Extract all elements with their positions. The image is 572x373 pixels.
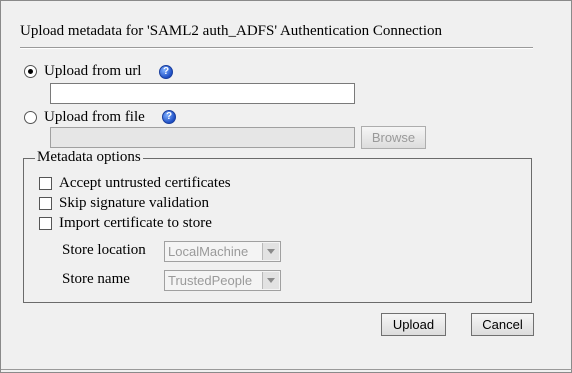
upload-button[interactable]: Upload bbox=[381, 313, 446, 336]
title-divider bbox=[20, 47, 533, 49]
upload-metadata-dialog: Upload metadata for 'SAML2 auth_ADFS' Au… bbox=[0, 0, 572, 373]
store-name-label: Store name bbox=[62, 271, 130, 287]
import-certificate-label[interactable]: Import certificate to store bbox=[59, 215, 212, 232]
upload-from-file-radio[interactable] bbox=[24, 111, 37, 124]
file-path-input bbox=[50, 127, 355, 148]
store-location-select: LocalMachine bbox=[164, 241, 281, 262]
browse-button: Browse bbox=[361, 126, 426, 149]
upload-from-url-radio[interactable] bbox=[24, 65, 37, 78]
store-location-label: Store location bbox=[62, 242, 146, 258]
help-icon[interactable]: ? bbox=[159, 65, 173, 79]
bottom-divider bbox=[1, 369, 572, 370]
dialog-title: Upload metadata for 'SAML2 auth_ADFS' Au… bbox=[20, 23, 443, 39]
accept-untrusted-checkbox[interactable] bbox=[39, 177, 52, 190]
cancel-button[interactable]: Cancel bbox=[471, 313, 534, 336]
store-name-value: TrustedPeople bbox=[168, 273, 253, 288]
upload-from-url-label[interactable]: Upload from url bbox=[44, 63, 141, 80]
accept-untrusted-label[interactable]: Accept untrusted certificates bbox=[59, 175, 231, 192]
help-icon[interactable]: ? bbox=[162, 110, 176, 124]
skip-signature-label[interactable]: Skip signature validation bbox=[59, 195, 209, 212]
import-certificate-checkbox[interactable] bbox=[39, 217, 52, 230]
chevron-down-icon bbox=[262, 243, 279, 260]
metadata-options-legend: Metadata options bbox=[35, 149, 143, 166]
store-name-select: TrustedPeople bbox=[164, 270, 281, 291]
skip-signature-checkbox[interactable] bbox=[39, 197, 52, 210]
store-location-value: LocalMachine bbox=[168, 244, 249, 259]
url-input[interactable] bbox=[50, 83, 355, 104]
upload-from-file-label[interactable]: Upload from file bbox=[44, 109, 145, 126]
chevron-down-icon bbox=[262, 272, 279, 289]
